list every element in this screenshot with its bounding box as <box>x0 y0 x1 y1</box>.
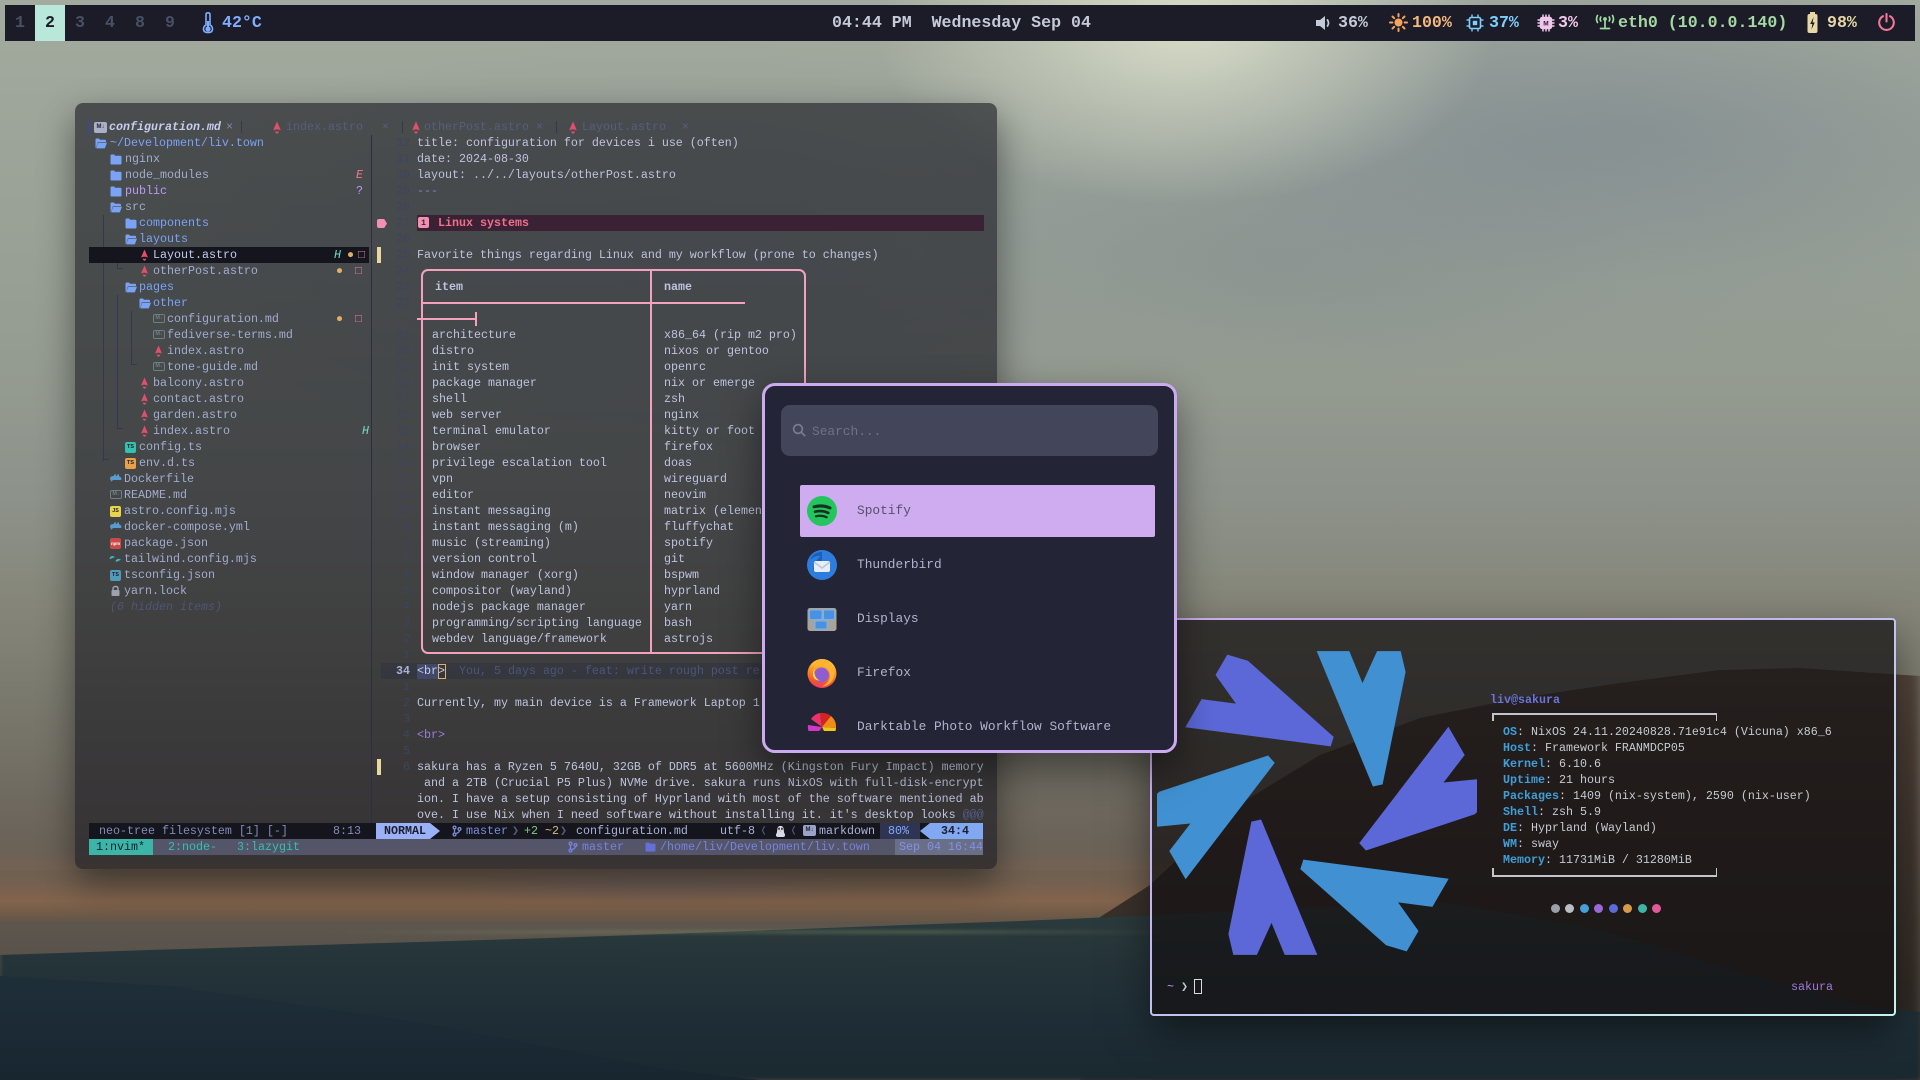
svg-text:M: M <box>1543 21 1548 28</box>
